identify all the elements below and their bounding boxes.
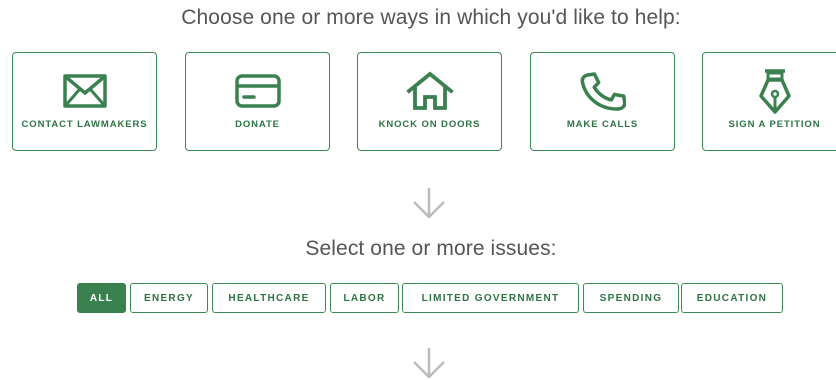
issue-healthcare[interactable]: HEALTHCARE bbox=[212, 283, 326, 313]
issue-labor[interactable]: LABOR bbox=[330, 283, 399, 313]
arrow-down-icon bbox=[413, 348, 445, 379]
arrow-down-icon bbox=[413, 188, 445, 219]
option-contact-lawmakers[interactable]: CONTACT LAWMAKERS bbox=[12, 52, 157, 151]
pen-nib-icon bbox=[751, 69, 799, 114]
credit-card-icon bbox=[234, 69, 282, 113]
page: Choose one or more ways in which you'd l… bbox=[0, 0, 836, 380]
issue-all[interactable]: ALL bbox=[77, 283, 126, 313]
issues-heading: Select one or more issues: bbox=[305, 237, 557, 260]
option-sign-a-petition[interactable]: SIGN A PETITION bbox=[702, 52, 836, 151]
help-options: CONTACT LAWMAKERS DONATE KNOCK ON DOORS bbox=[12, 52, 836, 154]
envelope-icon bbox=[61, 69, 109, 113]
option-donate[interactable]: DONATE bbox=[185, 52, 330, 151]
option-label: DONATE bbox=[235, 119, 280, 130]
issue-spending[interactable]: SPENDING bbox=[583, 283, 679, 313]
issue-education[interactable]: EDUCATION bbox=[681, 283, 783, 313]
option-knock-on-doors[interactable]: KNOCK ON DOORS bbox=[357, 52, 502, 151]
phone-icon bbox=[579, 69, 627, 113]
house-icon bbox=[405, 69, 454, 113]
issue-energy[interactable]: ENERGY bbox=[130, 283, 208, 313]
issue-limited-government[interactable]: LIMITED GOVERNMENT bbox=[402, 283, 579, 313]
option-label: KNOCK ON DOORS bbox=[378, 119, 481, 130]
help-heading: Choose one or more ways in which you'd l… bbox=[181, 6, 681, 29]
option-make-calls[interactable]: MAKE CALLS bbox=[530, 52, 675, 151]
option-label: MAKE CALLS bbox=[566, 119, 639, 130]
option-label: SIGN A PETITION bbox=[728, 119, 821, 130]
option-label: CONTACT LAWMAKERS bbox=[21, 119, 148, 130]
